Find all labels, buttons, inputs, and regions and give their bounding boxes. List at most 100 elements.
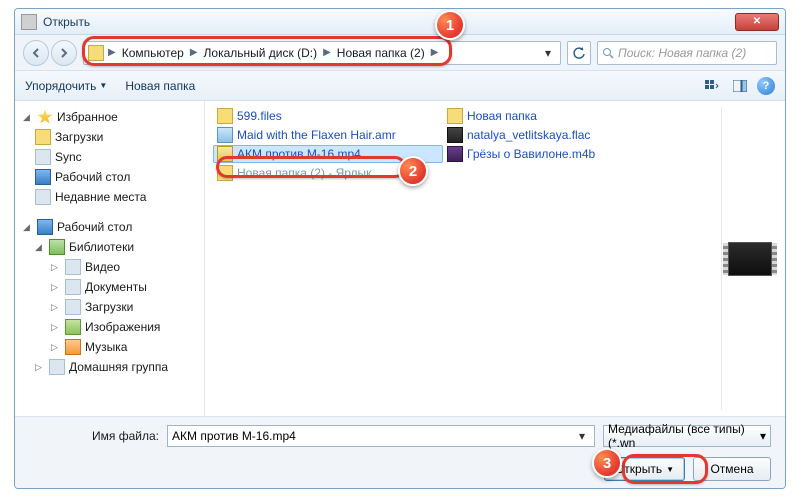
- tree-label: Документы: [85, 280, 147, 294]
- tree-libraries[interactable]: ◢ Библиотеки: [17, 237, 202, 257]
- tree-label: Недавние места: [55, 190, 146, 204]
- new-folder-label: Новая папка: [125, 79, 195, 93]
- preview-icon: [733, 80, 747, 92]
- tree-label: Рабочий стол: [55, 170, 130, 184]
- view-icon: [705, 80, 719, 92]
- title-bar: Открыть ✕: [15, 9, 785, 35]
- chevron-right-icon: ▶: [188, 47, 200, 58]
- file-item[interactable]: Новая папка: [443, 107, 673, 125]
- collapse-icon: ◢: [23, 222, 33, 233]
- tree-label: Музыка: [85, 340, 127, 354]
- tree-label: Библиотеки: [69, 240, 134, 254]
- chevron-down-icon[interactable]: ▾: [574, 429, 590, 443]
- back-button[interactable]: [23, 40, 49, 66]
- tree-label: Домашняя группа: [69, 360, 168, 374]
- arrow-left-icon: [31, 48, 41, 58]
- search-icon: [602, 47, 614, 59]
- libraries-icon: [49, 239, 65, 255]
- tree-label: Избранное: [57, 110, 118, 124]
- chevron-right-icon: ▶: [321, 47, 333, 58]
- expand-icon: ▷: [51, 262, 61, 273]
- chevron-right-icon: ▶: [429, 47, 441, 58]
- search-input[interactable]: Поиск: Новая папка (2): [597, 41, 777, 65]
- tree-label: Загрузки: [85, 300, 133, 314]
- star-icon: [37, 109, 53, 125]
- open-button[interactable]: Открыть ▼: [604, 457, 685, 481]
- file-name: Новая папка: [467, 109, 537, 123]
- organize-menu[interactable]: Упорядочить ▼: [25, 79, 107, 93]
- refresh-button[interactable]: [567, 41, 591, 65]
- tree-item-downloads[interactable]: Загрузки: [17, 127, 202, 147]
- tree-item-videos[interactable]: ▷ Видео: [17, 257, 202, 277]
- filter-label: Медиафайлы (все типы) (*.wn: [608, 422, 760, 450]
- audio-icon: [217, 127, 233, 143]
- filename-value: АКМ против М-16.mp4: [172, 429, 296, 443]
- window-title: Открыть: [43, 15, 90, 29]
- chevron-down-icon: ▼: [99, 81, 107, 90]
- breadcrumb-segment[interactable]: Компьютер: [120, 46, 186, 60]
- cancel-button[interactable]: Отмена: [693, 457, 771, 481]
- file-item[interactable]: Maid with the Flaxen Hair.amr: [213, 126, 443, 144]
- desktop-icon: [35, 169, 51, 185]
- close-button[interactable]: ✕: [735, 13, 779, 31]
- video-icon: [217, 146, 233, 162]
- expand-icon: ▷: [51, 342, 61, 353]
- refresh-icon: [572, 46, 586, 60]
- collapse-icon: ◢: [23, 112, 33, 123]
- arrow-right-icon: [59, 48, 69, 58]
- view-options-button[interactable]: [701, 76, 723, 96]
- file-type-filter[interactable]: Медиафайлы (все типы) (*.wn ▾: [603, 425, 771, 447]
- tree-item-music[interactable]: ▷ Музыка: [17, 337, 202, 357]
- chevron-down-icon: ▼: [666, 465, 674, 474]
- toolbar: Упорядочить ▼ Новая папка ?: [15, 71, 785, 101]
- video-icon: [65, 259, 81, 275]
- file-item[interactable]: 599.files: [213, 107, 443, 125]
- tree-item-documents[interactable]: ▷Документы: [17, 277, 202, 297]
- file-name: Новая папка (2) - Ярлык: [237, 166, 371, 180]
- cancel-button-label: Отмена: [710, 462, 753, 476]
- recent-icon: [35, 189, 51, 205]
- breadcrumb-bar[interactable]: ▶ Компьютер ▶ Локальный диск (D:) ▶ Нова…: [83, 41, 561, 65]
- tree-desktop[interactable]: ◢ Рабочий стол: [17, 217, 202, 237]
- tree-item-downloads-lib[interactable]: ▷ Загрузки: [17, 297, 202, 317]
- tree-item-pictures[interactable]: ▷Изображения: [17, 317, 202, 337]
- file-item[interactable]: natalya_vetlitskaya.flac: [443, 126, 673, 144]
- file-item-selected[interactable]: АКМ против М-16.mp4: [213, 145, 443, 163]
- breadcrumb-segment[interactable]: Новая папка (2): [335, 46, 427, 60]
- bottom-panel: Имя файла: АКМ против М-16.mp4 ▾ Медиафа…: [15, 416, 785, 488]
- address-dropdown[interactable]: ▾: [540, 46, 556, 60]
- filename-input[interactable]: АКМ против М-16.mp4 ▾: [167, 425, 595, 447]
- shortcut-icon: [217, 165, 233, 181]
- preview-thumbnail: [728, 242, 772, 276]
- chevron-down-icon: ▾: [760, 429, 766, 443]
- file-name: АКМ против М-16.mp4: [237, 147, 361, 161]
- homegroup-icon: [49, 359, 65, 375]
- audiobook-icon: [447, 146, 463, 162]
- tree-item-recent[interactable]: Недавние места: [17, 187, 202, 207]
- pictures-icon: [65, 319, 81, 335]
- help-button[interactable]: ?: [757, 77, 775, 95]
- address-bar-row: ▶ Компьютер ▶ Локальный диск (D:) ▶ Нова…: [15, 35, 785, 71]
- breadcrumb-segment[interactable]: Локальный диск (D:): [202, 46, 320, 60]
- flac-icon: [447, 127, 463, 143]
- open-button-label: Открыть: [615, 462, 662, 476]
- expand-icon: ▷: [51, 322, 61, 333]
- music-icon: [65, 339, 81, 355]
- preview-toggle-button[interactable]: [729, 76, 751, 96]
- downloads-icon: [65, 299, 81, 315]
- folder-icon: [447, 108, 463, 124]
- file-name: 599.files: [237, 109, 282, 123]
- tree-item-sync[interactable]: Sync: [17, 147, 202, 167]
- expand-icon: ▷: [51, 302, 61, 313]
- preview-pane: [721, 107, 777, 410]
- new-folder-button[interactable]: Новая папка: [125, 79, 195, 93]
- search-placeholder: Поиск: Новая папка (2): [618, 46, 746, 60]
- tree-label: Видео: [85, 260, 120, 274]
- tree-item-desktop[interactable]: Рабочий стол: [17, 167, 202, 187]
- navigation-pane: ◢ Избранное Загрузки Sync Рабочий стол Н…: [15, 101, 205, 416]
- file-item[interactable]: Новая папка (2) - Ярлык: [213, 164, 443, 182]
- forward-button[interactable]: [51, 40, 77, 66]
- tree-homegroup[interactable]: ▷Домашняя группа: [17, 357, 202, 377]
- tree-favorites[interactable]: ◢ Избранное: [17, 107, 202, 127]
- file-item[interactable]: Грёзы о Вавилоне.m4b: [443, 145, 673, 163]
